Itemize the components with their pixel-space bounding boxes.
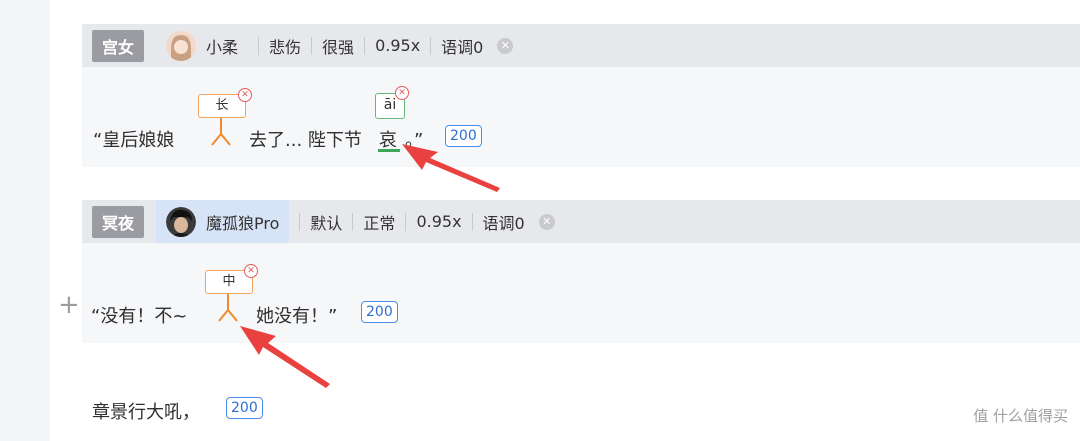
voice-name: 魔孤狼Pro (206, 213, 280, 233)
red-arrow-icon (240, 326, 330, 388)
pause-marker-icon (218, 294, 238, 322)
divider (311, 36, 313, 55)
emotion-tag[interactable]: 默认 (310, 210, 342, 234)
block-header: 宫女 小柔 悲伤 很强 0.95x 语调0 ✕ (82, 24, 1080, 67)
strength-tag[interactable]: 正常 (363, 210, 395, 234)
plus-icon[interactable]: + (58, 290, 80, 320)
delete-pause-icon[interactable]: ✕ (244, 264, 258, 278)
divider (430, 36, 432, 55)
divider (471, 212, 473, 231)
block-header: 冥夜 魔孤狼Pro 默认 正常 0.95x 语调0 ✕ (82, 200, 1080, 243)
divider (364, 36, 366, 55)
role-label[interactable]: 冥夜 (92, 205, 145, 238)
char-count-badge: 200 (226, 397, 263, 419)
avatar (166, 206, 197, 237)
red-arrow-icon (402, 144, 500, 192)
voice-name: 小柔 (206, 37, 239, 57)
divider (352, 212, 354, 231)
divider (299, 212, 301, 231)
voice-selector[interactable]: 魔孤狼Pro (156, 200, 290, 243)
pinyin-underline (378, 149, 400, 152)
divider (258, 36, 260, 55)
emotion-tag[interactable]: 悲伤 (269, 34, 301, 58)
dialogue-text-open: “没有！不~ (91, 306, 188, 327)
char-count-badge: 200 (361, 301, 398, 323)
dialogue-text-mid: 去了... 陛下节 (249, 130, 362, 151)
narration-text: 章景行大吼， (92, 402, 200, 423)
delete-pause-icon[interactable]: ✕ (238, 88, 252, 102)
speed-tag[interactable]: 0.95x (375, 36, 420, 55)
close-circle-icon[interactable]: ✕ (497, 37, 514, 54)
delete-pinyin-icon[interactable]: ✕ (395, 86, 409, 100)
role-label[interactable]: 宫女 (92, 29, 145, 62)
speed-tag[interactable]: 0.95x (416, 212, 461, 231)
watermark: 值 什么值得买 (973, 407, 1068, 425)
close-circle-icon[interactable]: ✕ (538, 213, 555, 230)
tone-tag[interactable]: 语调0 (483, 210, 525, 234)
divider (405, 212, 407, 231)
pause-marker-icon (211, 118, 231, 146)
avatar (166, 30, 197, 61)
voice-selector[interactable]: 小柔 (156, 24, 248, 67)
tone-tag[interactable]: 语调0 (441, 34, 483, 58)
strength-tag[interactable]: 很强 (322, 34, 354, 58)
dialogue-text-open: “皇后娘娘 (93, 130, 175, 151)
